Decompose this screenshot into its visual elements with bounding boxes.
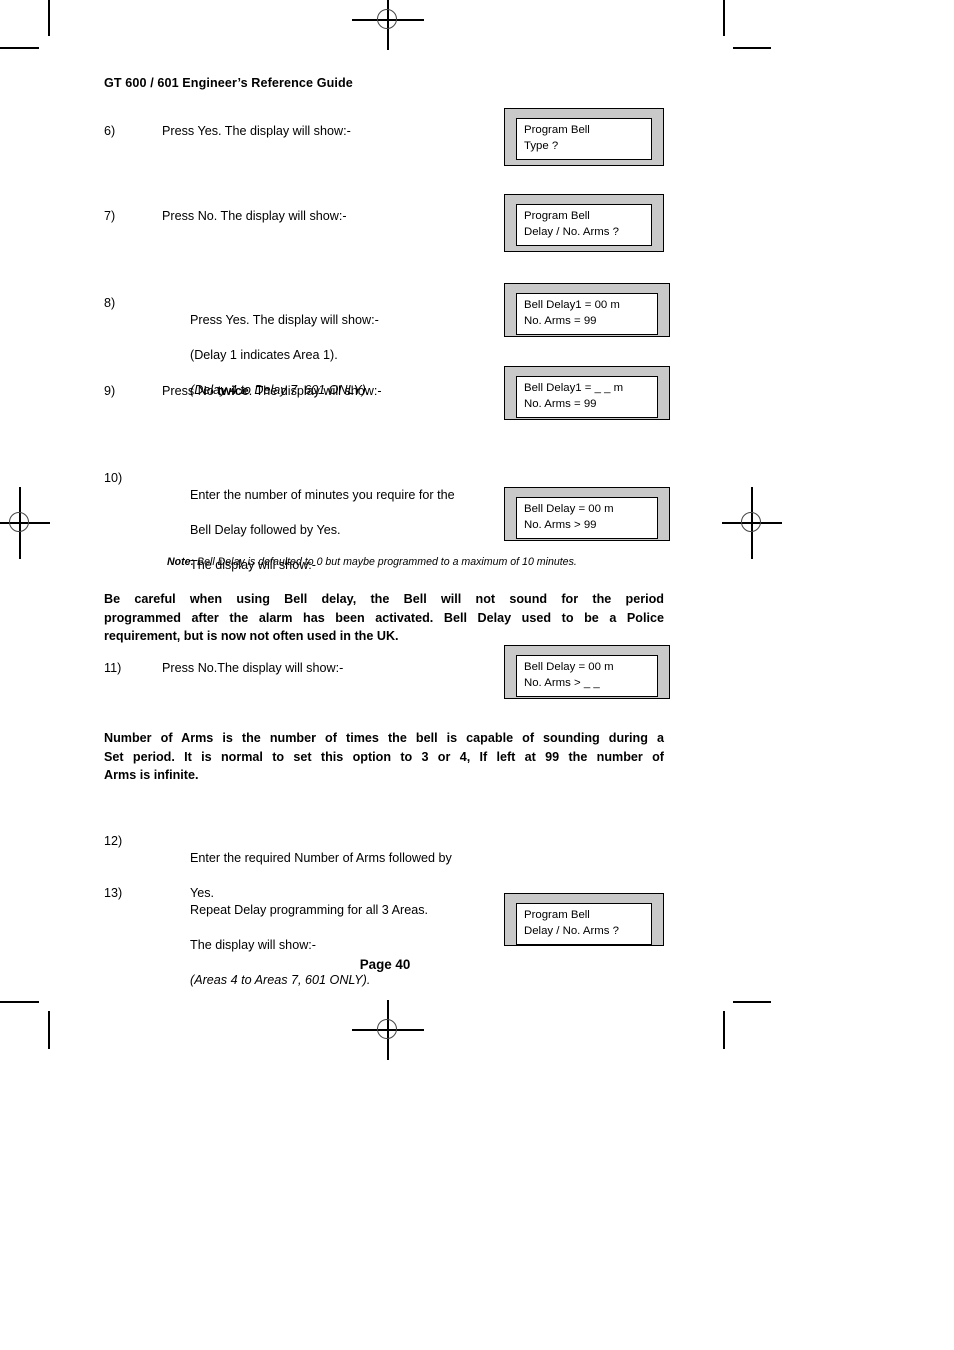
display-bell-type-screen: Program Bell Type ? bbox=[516, 118, 652, 161]
display-delay-entry: Bell Delay = 00 m No. Arms > 99 bbox=[504, 487, 670, 541]
display-arms-entry-line-1: Bell Delay = 00 m bbox=[524, 661, 614, 673]
display-bell-delay-menu-screen: Program Bell Delay / No. Arms ? bbox=[516, 204, 652, 247]
display-delay-entry-line-1: Bell Delay = 00 m bbox=[524, 503, 614, 515]
step-9-text-post: . The display will show:- bbox=[248, 384, 382, 398]
page-number: Page 40 bbox=[359, 957, 411, 972]
display-bell-delay-menu-line-2: Delay / No. Arms ? bbox=[524, 225, 619, 238]
display-bell-delay-menu2-screen: Program Bell Delay / No. Arms ? bbox=[516, 903, 652, 946]
step-9: 9) Press No twice. The display will show… bbox=[104, 383, 504, 400]
display-delay1-00: Bell Delay1 = 00 m No. Arms = 99 bbox=[504, 283, 670, 337]
warning-number-of-arms-line-1: Number of Arms is the number of times th… bbox=[104, 731, 664, 745]
warning-bell-delay-line-1: Be careful when using Bell delay, the Be… bbox=[104, 592, 664, 606]
step-10-line-1: Enter the number of minutes you require … bbox=[190, 488, 455, 503]
display-delay-entry-screen: Bell Delay = 00 m No. Arms > 99 bbox=[516, 497, 658, 540]
display-bell-delay-menu2: Program Bell Delay / No. Arms ? bbox=[504, 893, 664, 946]
step-12-line-1: Enter the required Number of Arms follow… bbox=[190, 851, 452, 866]
step-10: 10) Enter the number of minutes you requ… bbox=[104, 470, 524, 592]
warning-bell-delay-line-2: programmed after the alarm has been acti… bbox=[104, 610, 664, 625]
step-9-body: Press No twice. The display will show:- bbox=[162, 383, 504, 400]
step-12-number: 12) bbox=[104, 834, 123, 848]
display-bell-delay-menu: Program Bell Delay / No. Arms ? bbox=[504, 194, 664, 252]
display-delay1-blank-line-2: No. Arms = 99 bbox=[524, 397, 597, 410]
display-delay1-00-screen: Bell Delay1 = 00 m No. Arms = 99 bbox=[516, 293, 658, 336]
warning-number-of-arms: Number of Arms is the number of times th… bbox=[104, 729, 664, 785]
display-delay1-00-line-1: Bell Delay1 = 00 m bbox=[524, 299, 620, 311]
display-delay1-00-line-2: No. Arms = 99 bbox=[524, 314, 597, 327]
step-13-body: Repeat Delay programming for all 3 Areas… bbox=[162, 885, 524, 1007]
step-11-number: 11) bbox=[104, 661, 122, 675]
display-bell-delay-menu2-line-2: Delay / No. Arms ? bbox=[524, 924, 619, 937]
step-7-text: Press No. The display will show:- bbox=[162, 209, 347, 223]
display-delay1-blank-line-1: Bell Delay1 = _ _ m bbox=[524, 382, 624, 394]
warning-bell-delay-line-3: requirement, but is now not often used i… bbox=[104, 629, 399, 644]
display-delay-entry-line-2: No. Arms > 99 bbox=[524, 518, 597, 531]
step-11-text: Press No.The display will show:- bbox=[162, 661, 344, 675]
step-13-number: 13) bbox=[104, 886, 123, 900]
display-bell-delay-menu-line-1: Program Bell bbox=[524, 210, 590, 222]
step-13-line-2: The display will show:- bbox=[190, 938, 316, 953]
note-label: Note: bbox=[167, 556, 195, 568]
document-page: GT 600 / 601 Engineer’s Reference Guide … bbox=[0, 0, 954, 1350]
note-text: Bell Delay is defaulted to 0 but maybe p… bbox=[194, 556, 577, 568]
step-7-number: 7) bbox=[104, 209, 116, 223]
display-delay1-blank: Bell Delay1 = _ _ m No. Arms = 99 bbox=[504, 366, 670, 420]
page-content: GT 600 / 601 Engineer’s Reference Guide … bbox=[0, 0, 954, 1350]
note-bell-delay: Note: Bell Delay is defaulted to 0 but m… bbox=[167, 555, 577, 569]
display-bell-type-line-1: Program Bell bbox=[524, 124, 590, 136]
warning-number-of-arms-line-3: Arms is infinite. bbox=[104, 768, 199, 783]
step-8-number: 8) bbox=[104, 296, 116, 310]
display-arms-entry: Bell Delay = 00 m No. Arms > _ _ bbox=[504, 645, 670, 699]
step-13-line-3: (Areas 4 to Areas 7, 601 ONLY). bbox=[190, 973, 371, 988]
step-6-text: Press Yes. The display will show:- bbox=[162, 124, 351, 138]
display-delay1-blank-screen: Bell Delay1 = _ _ m No. Arms = 99 bbox=[516, 376, 658, 419]
display-bell-type-line-2: Type ? bbox=[524, 139, 559, 152]
step-6-number: 6) bbox=[104, 124, 116, 138]
step-10-number: 10) bbox=[104, 471, 123, 485]
step-7: 7) Press No. The display will show:- bbox=[104, 208, 504, 225]
step-6: 6) Press Yes. The display will show:- bbox=[104, 123, 504, 140]
step-8-line-2: (Delay 1 indicates Area 1). bbox=[190, 348, 338, 363]
step-11: 11) Press No.The display will show:- bbox=[104, 660, 504, 677]
display-bell-type: Program Bell Type ? bbox=[504, 108, 664, 166]
step-8-line-1: Press Yes. The display will show:- bbox=[190, 313, 379, 328]
warning-bell-delay: Be careful when using Bell delay, the Be… bbox=[104, 590, 664, 646]
step-13: 13) Repeat Delay programming for all 3 A… bbox=[104, 885, 524, 1007]
step-9-number: 9) bbox=[104, 384, 116, 398]
step-13-line-1: Repeat Delay programming for all 3 Areas… bbox=[190, 903, 428, 918]
display-arms-entry-screen: Bell Delay = 00 m No. Arms > _ _ bbox=[516, 655, 658, 698]
step-10-body: Enter the number of minutes you require … bbox=[162, 470, 524, 592]
step-10-line-2: Bell Delay followed by Yes. bbox=[190, 523, 341, 538]
display-arms-entry-line-2: No. Arms > _ _ bbox=[524, 676, 600, 689]
warning-number-of-arms-line-2: Set period. It is normal to set this opt… bbox=[104, 749, 664, 764]
display-bell-delay-menu2-line-1: Program Bell bbox=[524, 909, 590, 921]
page-header: GT 600 / 601 Engineer’s Reference Guide bbox=[104, 76, 353, 90]
step-9-emphasis: twice bbox=[217, 384, 249, 398]
step-9-text-pre: Press No bbox=[162, 384, 218, 398]
